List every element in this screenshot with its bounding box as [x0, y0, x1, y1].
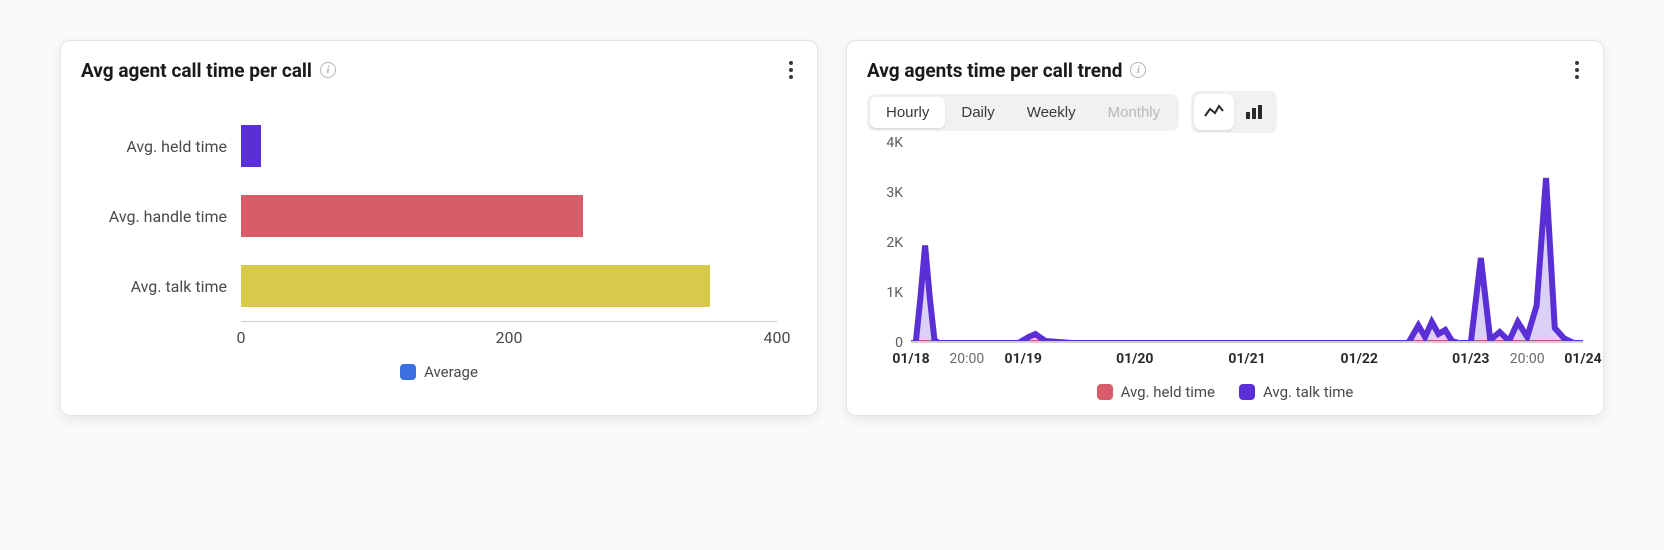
x-axis-tick: 01/19: [1005, 351, 1042, 367]
granularity-weekly[interactable]: Weekly: [1011, 97, 1092, 128]
y-axis-tick: 2K: [886, 235, 903, 251]
x-axis-tick: 0: [237, 328, 246, 347]
card-avg-agents-time-trend: Avg agents time per call trend i HourlyD…: [846, 40, 1604, 416]
card-avg-agent-call-time: Avg agent call time per call i Avg. held…: [60, 40, 818, 416]
bar-fill: [241, 195, 583, 237]
chart-type-segmented: [1191, 91, 1277, 133]
line-chart: 01K2K3K4K 01/1820:0001/1901/2001/2101/22…: [867, 143, 1583, 373]
bar-row: Avg. handle time: [81, 181, 777, 251]
x-axis-tick: 01/21: [1228, 351, 1265, 367]
legend-label: Average: [424, 363, 478, 381]
legend-label: Avg. held time: [1121, 383, 1215, 401]
x-axis-tick: 20:00: [949, 351, 984, 367]
granularity-hourly[interactable]: Hourly: [870, 97, 945, 128]
bar-chart: Avg. held time Avg. handle time Avg. talk …: [81, 91, 797, 357]
x-axis-tick: 400: [764, 328, 791, 347]
x-axis-tick: 200: [496, 328, 523, 347]
x-axis-tick: 01/22: [1341, 351, 1378, 367]
info-icon[interactable]: i: [320, 62, 336, 78]
card-title: Avg agents time per call trend: [867, 59, 1122, 82]
legend-swatch: [400, 364, 416, 380]
x-axis-ticks: 01/1820:0001/1901/2001/2101/2201/2320:00…: [911, 347, 1583, 373]
granularity-monthly: Monthly: [1092, 97, 1177, 128]
card-header: Avg agent call time per call i: [81, 57, 797, 83]
bar-row: Avg. held time: [81, 111, 777, 181]
chart-type-line-icon[interactable]: [1194, 94, 1234, 130]
legend-item: Avg. talk time: [1239, 383, 1353, 401]
card-menu-button[interactable]: [1571, 57, 1583, 83]
legend-label: Avg. talk time: [1263, 383, 1353, 401]
legend-item: Avg. held time: [1097, 383, 1215, 401]
x-axis-tick: 01/20: [1116, 351, 1153, 367]
trend-legend: Avg. held time Avg. talk time: [867, 373, 1583, 403]
line-chart-plot: [911, 143, 1583, 343]
card-title-wrap: Avg agent call time per call i: [81, 59, 336, 82]
bar-row: Avg. talk time: [81, 251, 777, 321]
y-axis-tick: 4K: [886, 135, 903, 151]
bar-track: [241, 195, 777, 237]
card-header: Avg agents time per call trend i: [867, 57, 1583, 83]
x-axis-tick: 01/23: [1452, 351, 1489, 367]
y-axis-tick: 3K: [886, 185, 903, 201]
x-axis-tick: 01/24: [1564, 351, 1601, 367]
bar-label: Avg. talk time: [81, 277, 241, 296]
trend-toolbar: HourlyDailyWeeklyMonthly: [867, 91, 1583, 133]
x-axis-tick: 01/18: [892, 351, 929, 367]
card-title: Avg agent call time per call: [81, 59, 312, 82]
info-icon[interactable]: i: [1130, 62, 1146, 78]
y-axis-ticks: 01K2K3K4K: [867, 143, 907, 343]
x-axis: 0200400: [241, 321, 777, 357]
y-axis-tick: 1K: [886, 285, 903, 301]
legend-swatch: [1097, 384, 1113, 400]
bar-label: Avg. held time: [81, 137, 241, 156]
x-axis-tick: 20:00: [1510, 351, 1545, 367]
chart-type-bar-icon[interactable]: [1234, 94, 1274, 130]
bar-track: [241, 265, 777, 307]
bar-label: Avg. handle time: [81, 207, 241, 226]
bar-fill: [241, 125, 261, 167]
card-title-wrap: Avg agents time per call trend i: [867, 59, 1146, 82]
bar-chart-legend: Average: [81, 357, 797, 385]
legend-swatch: [1239, 384, 1255, 400]
bar-track: [241, 125, 777, 167]
bar-fill: [241, 265, 710, 307]
y-axis-tick: 0: [895, 335, 903, 351]
granularity-segmented: HourlyDailyWeeklyMonthly: [867, 94, 1179, 131]
card-menu-button[interactable]: [785, 57, 797, 83]
granularity-daily[interactable]: Daily: [945, 97, 1010, 128]
